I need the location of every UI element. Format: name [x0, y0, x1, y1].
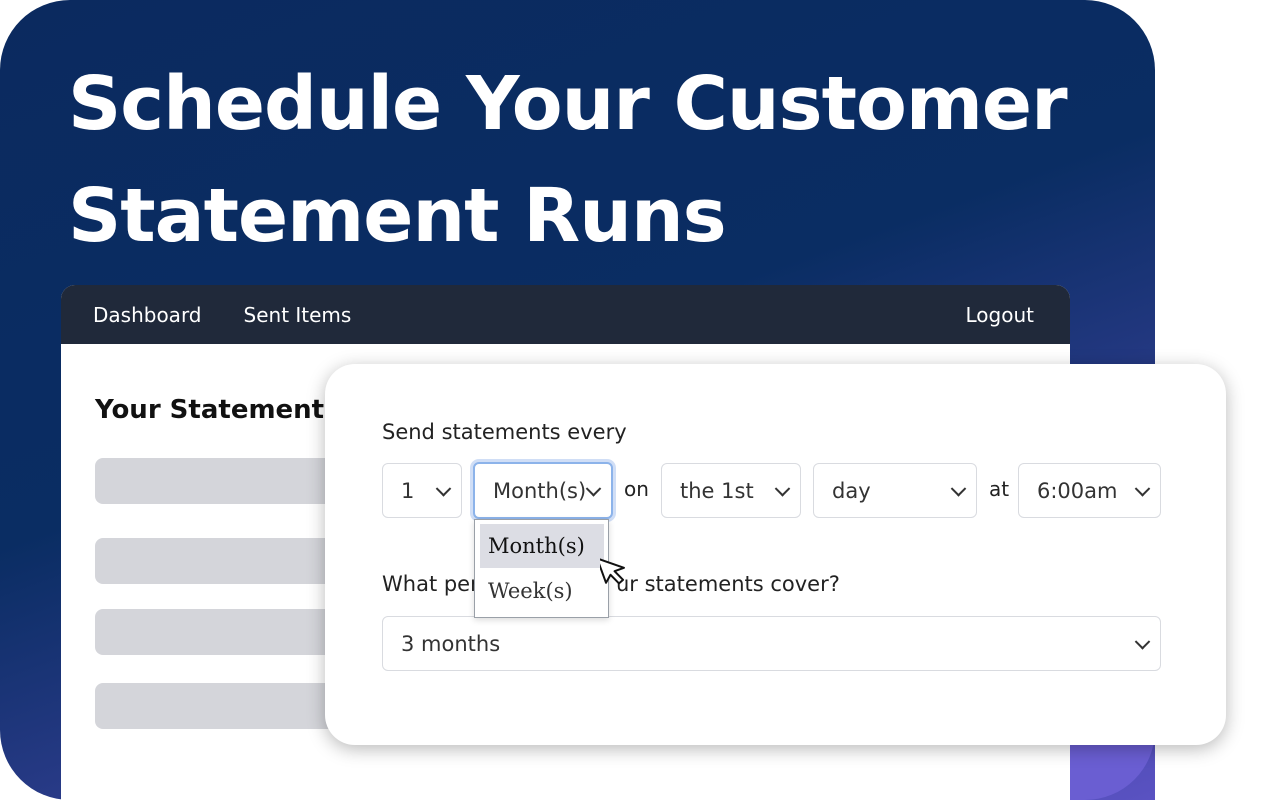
- placeholder-row: [95, 609, 335, 655]
- on-label: on: [624, 477, 649, 501]
- nav-dashboard-link[interactable]: Dashboard: [93, 303, 202, 327]
- section-title: Your Statement: [95, 395, 325, 425]
- chevron-down-icon: [774, 480, 791, 497]
- nav-sent-items-link[interactable]: Sent Items: [244, 303, 352, 327]
- chevron-down-icon: [1134, 480, 1151, 497]
- ordinal-select[interactable]: the 1st: [661, 463, 801, 518]
- mouse-pointer-icon: [600, 557, 625, 585]
- period-label-right: ur statements cover?: [616, 572, 840, 596]
- time-select[interactable]: 6:00am: [1018, 463, 1161, 518]
- navbar: Dashboard Sent Items Logout: [61, 285, 1070, 344]
- schedule-modal: Send statements every 1 Month(s) on the …: [325, 364, 1226, 745]
- period-value: 3 months: [401, 631, 501, 656]
- frequency-label: Send statements every: [382, 420, 627, 444]
- day-type-value: day: [832, 478, 871, 503]
- interval-select[interactable]: 1: [382, 463, 462, 518]
- chevron-down-icon: [585, 480, 602, 497]
- dropdown-option-weeks[interactable]: Week(s): [480, 569, 604, 613]
- day-type-select[interactable]: day: [813, 463, 977, 518]
- logout-link[interactable]: Logout: [966, 303, 1034, 327]
- dropdown-option-months[interactable]: Month(s): [480, 524, 604, 568]
- chevron-down-icon: [1134, 633, 1151, 650]
- interval-value: 1: [401, 478, 415, 503]
- placeholder-row: [95, 538, 335, 584]
- unit-select[interactable]: Month(s): [473, 462, 613, 519]
- unit-dropdown-menu: Month(s) Week(s): [474, 519, 609, 618]
- time-value: 6:00am: [1037, 478, 1118, 503]
- hero-title: Schedule Your Customer Statement Runs: [68, 61, 1068, 259]
- ordinal-value: the 1st: [680, 478, 754, 503]
- period-select[interactable]: 3 months: [382, 616, 1161, 671]
- period-label-left: What per: [382, 572, 479, 596]
- chevron-down-icon: [950, 480, 967, 497]
- placeholder-row: [95, 458, 335, 504]
- chevron-down-icon: [435, 480, 452, 497]
- placeholder-row: [95, 683, 335, 729]
- unit-value: Month(s): [493, 478, 587, 503]
- at-label: at: [989, 477, 1010, 501]
